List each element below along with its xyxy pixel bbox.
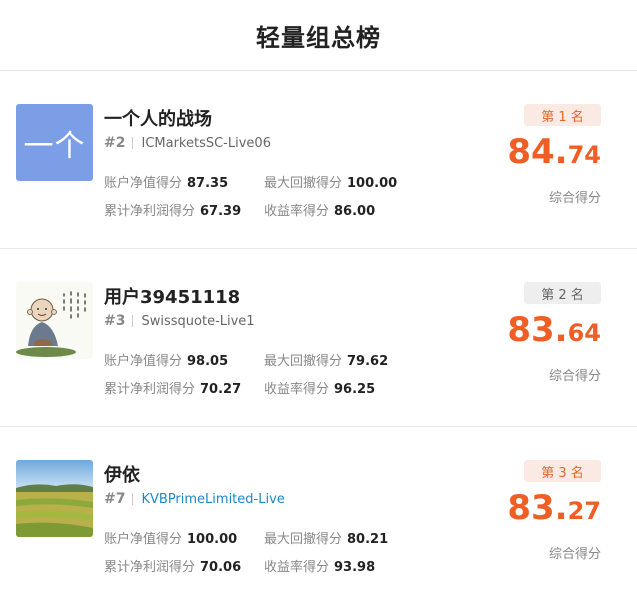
page-title: 轻量组总榜 <box>256 23 381 52</box>
total-score: 84.74 <box>507 135 601 169</box>
user-name[interactable]: 伊依 <box>104 461 140 487</box>
account-link[interactable]: KVBPrimeLimited-Live <box>141 492 284 507</box>
stat-label: 累计净利润得分 <box>104 381 196 397</box>
score-label: 综合得分 <box>548 547 601 562</box>
stat-value: 86.00 <box>334 203 376 219</box>
score-breakdown: 账户净值得分 98.05 最大回撤得分 79.62 累计净利润得分 70.27 收益率… <box>104 345 424 401</box>
avatar[interactable]: 一个 <box>16 104 93 181</box>
stat-value: 93.98 <box>334 559 376 575</box>
stat-label: 收益率得分 <box>264 559 330 575</box>
stat-label: 账户净值得分 <box>104 353 183 369</box>
score-decimal: 74 <box>567 141 601 169</box>
score-integer: 83 <box>507 310 555 350</box>
stat-label: 收益率得分 <box>264 381 330 397</box>
score-integer: 83 <box>507 488 555 528</box>
stat-value: 100.00 <box>187 531 238 547</box>
leaderboard-entry[interactable]: 伊依 #7 KVBPrimeLimited-Live 账户净值得分 100.00 … <box>0 427 637 604</box>
account-meta: #2 ICMarketsSC-Live06 <box>104 135 271 151</box>
stat-label: 累计净利润得分 <box>104 559 196 575</box>
leaderboard-entry[interactable]: 用户39451118 #3 Swissquote-Live1 账户净值得分 98.… <box>0 249 637 427</box>
rank-badge: 第 2 名 <box>524 282 601 304</box>
avatar[interactable] <box>16 282 93 359</box>
rank-badge: 第 1 名 <box>524 104 601 126</box>
score-label: 综合得分 <box>548 369 601 384</box>
rank-badge: 第 3 名 <box>524 460 601 482</box>
score-decimal: 27 <box>567 497 601 525</box>
stat-label: 累计净利润得分 <box>104 203 196 219</box>
divider <box>132 137 134 149</box>
divider <box>132 493 134 505</box>
account-meta: #3 Swissquote-Live1 <box>104 313 255 329</box>
stat-value: 79.62 <box>347 353 389 369</box>
page-header: 轻量组总榜 <box>0 0 637 71</box>
user-name[interactable]: 一个人的战场 <box>104 105 212 131</box>
user-name[interactable]: 用户39451118 <box>104 283 240 309</box>
score-label: 综合得分 <box>548 191 601 206</box>
landscape-avatar-icon <box>16 460 93 537</box>
rank-number: #3 <box>104 313 126 329</box>
monk-avatar-icon <box>16 282 93 359</box>
total-score: 83.64 <box>507 313 601 347</box>
score-breakdown: 账户净值得分 100.00 最大回撤得分 80.21 累计净利润得分 70.06 收益… <box>104 523 424 579</box>
avatar[interactable] <box>16 460 93 537</box>
stat-value: 87.35 <box>187 175 229 191</box>
rank-number: #7 <box>104 491 126 507</box>
avatar-text: 一个 <box>23 128 86 164</box>
total-score: 83.27 <box>507 491 601 525</box>
stat-label: 账户净值得分 <box>104 175 183 191</box>
leaderboard-entry[interactable]: 一个 一个人的战场 #2 ICMarketsSC-Live06 账户净值得分 87… <box>0 71 637 249</box>
stat-label: 最大回撤得分 <box>264 531 343 547</box>
stat-value: 67.39 <box>200 203 242 219</box>
account-name: Swissquote-Live1 <box>141 313 255 329</box>
stat-label: 账户净值得分 <box>104 531 183 547</box>
stat-label: 最大回撤得分 <box>264 353 343 369</box>
score-decimal: 64 <box>567 319 601 347</box>
score-dot: . <box>554 488 568 528</box>
stat-label: 最大回撤得分 <box>264 175 343 191</box>
stat-value: 70.06 <box>200 559 242 575</box>
score-breakdown: 账户净值得分 87.35 最大回撤得分 100.00 累计净利润得分 67.39 收益… <box>104 167 424 223</box>
account-meta: #7 KVBPrimeLimited-Live <box>104 491 285 507</box>
score-dot: . <box>554 310 568 350</box>
account-name: ICMarketsSC-Live06 <box>141 135 271 151</box>
stat-value: 100.00 <box>347 175 398 191</box>
rank-number: #2 <box>104 135 126 151</box>
stat-value: 96.25 <box>334 381 376 397</box>
divider <box>132 315 134 327</box>
stat-value: 80.21 <box>347 531 389 547</box>
stat-value: 98.05 <box>187 353 229 369</box>
score-integer: 84 <box>507 132 555 172</box>
score-dot: . <box>554 132 568 172</box>
stat-value: 70.27 <box>200 381 242 397</box>
stat-label: 收益率得分 <box>264 203 330 219</box>
